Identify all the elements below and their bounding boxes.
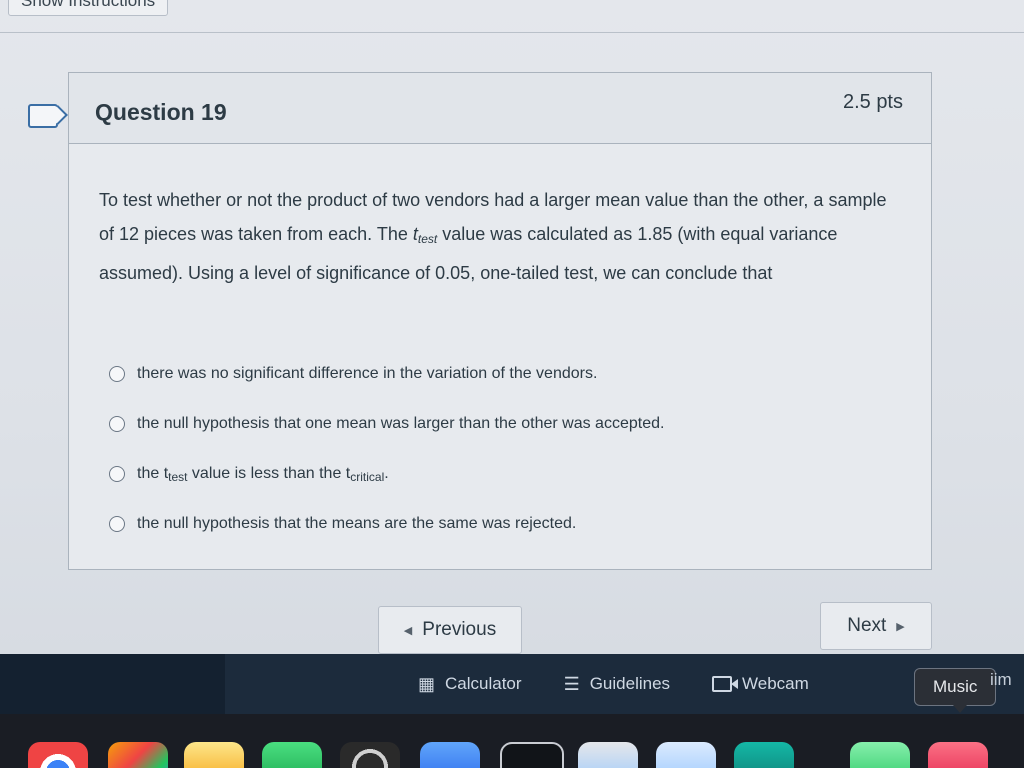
webcam-button[interactable]: Webcam xyxy=(712,674,809,694)
photos-icon[interactable] xyxy=(108,742,168,768)
left-caret-icon: ◀ xyxy=(403,624,413,637)
clipped-text: iim xyxy=(990,670,1012,689)
list-icon: ☰ xyxy=(563,673,580,694)
screenshot-icon[interactable] xyxy=(340,742,400,768)
question-points: 2.5 pts xyxy=(842,91,903,113)
flag-question-icon[interactable] xyxy=(28,104,58,128)
webcam-label: Webcam xyxy=(742,674,809,693)
quiz-page: Show Instructions Question 19 2.5 pts To… xyxy=(0,0,1024,768)
radio-button[interactable] xyxy=(109,366,125,382)
calculator-button[interactable]: ▦ Calculator xyxy=(418,674,522,695)
question-header: Question 19 2.5 pts xyxy=(69,73,931,144)
previous-label: Previous xyxy=(422,619,497,640)
video-camera-icon xyxy=(712,676,739,692)
test-subscript: test xyxy=(168,469,188,484)
answer-option-3[interactable]: the ttest value is less than the tcritic… xyxy=(109,449,889,499)
right-caret-icon: ▶ xyxy=(896,620,905,633)
toolbar-left-panel xyxy=(0,654,225,714)
radio-button[interactable] xyxy=(109,416,125,432)
answer-prefix: the t xyxy=(137,464,169,482)
radio-button[interactable] xyxy=(109,466,125,482)
video-app-icon[interactable] xyxy=(734,742,794,768)
critical-subscript: critical xyxy=(350,469,385,484)
preview-icon[interactable] xyxy=(578,742,638,768)
t-test-subscript: test xyxy=(417,232,438,246)
question-title: Question 19 xyxy=(95,99,227,125)
toolbar-tools: ▦ Calculator ☰ Guidelines Webcam xyxy=(418,654,851,714)
app-dock xyxy=(0,714,1024,768)
terminal-icon[interactable] xyxy=(500,742,564,768)
whatsapp-icon[interactable] xyxy=(850,742,910,768)
calculator-label: Calculator xyxy=(445,674,522,693)
guidelines-label: Guidelines xyxy=(589,674,671,693)
files-icon[interactable] xyxy=(656,742,716,768)
notes-icon[interactable] xyxy=(184,742,244,768)
question-card: Question 19 2.5 pts To test whether or n… xyxy=(68,72,932,570)
question-prompt: To test whether or not the product of tw… xyxy=(99,183,889,290)
answer-option-1[interactable]: there was no significant difference in t… xyxy=(109,349,889,399)
divider xyxy=(0,32,1024,33)
answer-label: there was no significant difference in t… xyxy=(137,365,598,382)
answer-label: the null hypothesis that one mean was la… xyxy=(137,415,665,432)
answer-middle: value is less than the t xyxy=(187,464,351,482)
music-app-icon[interactable] xyxy=(928,742,988,768)
next-button[interactable]: Next ▶ xyxy=(820,602,932,650)
previous-button[interactable]: ◀ Previous xyxy=(378,606,522,654)
facetime-icon[interactable] xyxy=(262,742,322,768)
calculator-icon: ▦ xyxy=(418,673,436,694)
answer-label: the null hypothesis that the means are t… xyxy=(137,515,577,532)
next-label: Next xyxy=(847,615,887,636)
answer-list: there was no significant difference in t… xyxy=(109,349,889,549)
music-tooltip: Music xyxy=(914,668,997,713)
answer-suffix: . xyxy=(384,464,389,482)
xcode-icon[interactable] xyxy=(420,742,480,768)
chrome-icon[interactable] xyxy=(28,742,88,768)
bottom-toolbar: ▦ Calculator ☰ Guidelines Webcam xyxy=(0,654,1024,714)
answer-option-4[interactable]: the null hypothesis that the means are t… xyxy=(109,499,889,549)
answer-label: the ttest value is less than the tcritic… xyxy=(137,465,389,484)
show-instructions-button[interactable]: Show Instructions xyxy=(8,0,169,16)
radio-button[interactable] xyxy=(109,516,125,532)
answer-option-2[interactable]: the null hypothesis that one mean was la… xyxy=(109,399,889,449)
guidelines-button[interactable]: ☰ Guidelines xyxy=(564,674,670,695)
